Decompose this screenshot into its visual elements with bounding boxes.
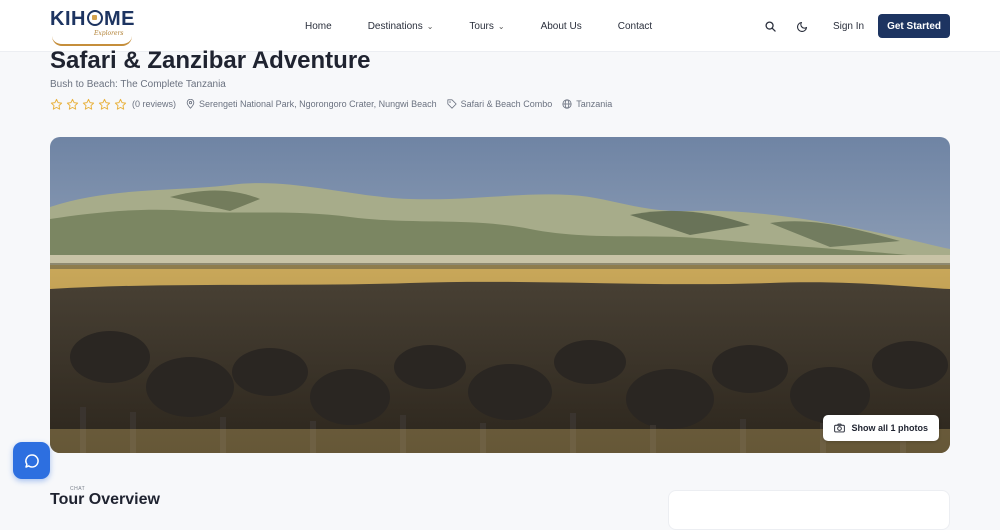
chevron-down-icon: ⌄ xyxy=(426,21,434,31)
globe-icon xyxy=(562,99,572,109)
nav-home-label: Home xyxy=(305,20,332,32)
show-all-photos-button[interactable]: Show all 1 photos xyxy=(823,415,939,441)
nav-about-label: About Us xyxy=(540,20,582,32)
star-icon xyxy=(98,98,111,110)
star-icon xyxy=(50,98,63,110)
site-logo[interactable]: KIH ME Explorers xyxy=(50,6,140,46)
star-icon xyxy=(114,98,127,110)
tour-subtitle: Bush to Beach: The Complete Tanzania xyxy=(50,79,226,90)
theme-toggle-button[interactable] xyxy=(793,16,813,36)
tour-title: Safari & Zanzibar Adventure xyxy=(50,47,371,74)
review-count[interactable]: (0 reviews) xyxy=(132,99,176,109)
chevron-down-icon: ⌄ xyxy=(497,21,505,31)
nav-tours[interactable]: Tours ⌄ xyxy=(469,21,504,32)
nav-contact-label: Contact xyxy=(617,20,653,32)
nav-about[interactable]: About Us xyxy=(541,21,582,32)
logo-wordmark: KIH ME xyxy=(50,8,135,30)
logo-swoosh xyxy=(52,36,132,46)
tour-locations-text: Serengeti National Park, Ngorongoro Crat… xyxy=(199,99,437,109)
camera-icon xyxy=(834,423,846,433)
rating-stars xyxy=(50,98,130,111)
booking-side-card xyxy=(668,490,950,530)
chat-button[interactable] xyxy=(13,442,50,479)
tour-country: Tanzania xyxy=(562,99,612,109)
sign-in-link[interactable]: Sign In xyxy=(833,21,864,32)
header-actions: Sign In Get Started xyxy=(761,14,950,38)
moon-icon xyxy=(796,21,808,32)
wildebeest-migration-photo xyxy=(50,137,950,453)
map-pin-icon xyxy=(186,99,195,109)
tour-category: Safari & Beach Combo xyxy=(447,99,553,109)
tour-category-text: Safari & Beach Combo xyxy=(460,99,553,109)
search-icon xyxy=(765,20,777,32)
tour-locations: Serengeti National Park, Ngorongoro Crat… xyxy=(186,99,437,109)
nav-destinations-label: Destinations xyxy=(367,20,423,32)
nav-destinations[interactable]: Destinations ⌄ xyxy=(368,21,434,32)
site-header: KIH ME Explorers Home Destinations ⌄ Tour… xyxy=(0,0,1000,52)
tour-overview-heading: Tour Overview xyxy=(50,491,160,508)
show-all-photos-label: Show all 1 photos xyxy=(851,423,928,433)
star-icon xyxy=(66,98,79,110)
tour-country-text: Tanzania xyxy=(576,99,613,109)
chat-bubble-icon xyxy=(24,453,39,468)
main-nav: Home Destinations ⌄ Tours ⌄ About Us Con… xyxy=(305,0,688,52)
tag-icon xyxy=(447,99,457,109)
star-icon xyxy=(82,98,95,110)
search-button[interactable] xyxy=(761,16,781,36)
get-started-button[interactable]: Get Started xyxy=(878,14,950,38)
tour-hero-image[interactable]: Show all 1 photos xyxy=(50,137,950,453)
nav-contact[interactable]: Contact xyxy=(618,21,652,32)
tour-meta: (0 reviews) Serengeti National Park, Ngo… xyxy=(50,97,622,111)
nav-home[interactable]: Home xyxy=(305,21,332,32)
nav-tours-label: Tours xyxy=(469,20,494,32)
